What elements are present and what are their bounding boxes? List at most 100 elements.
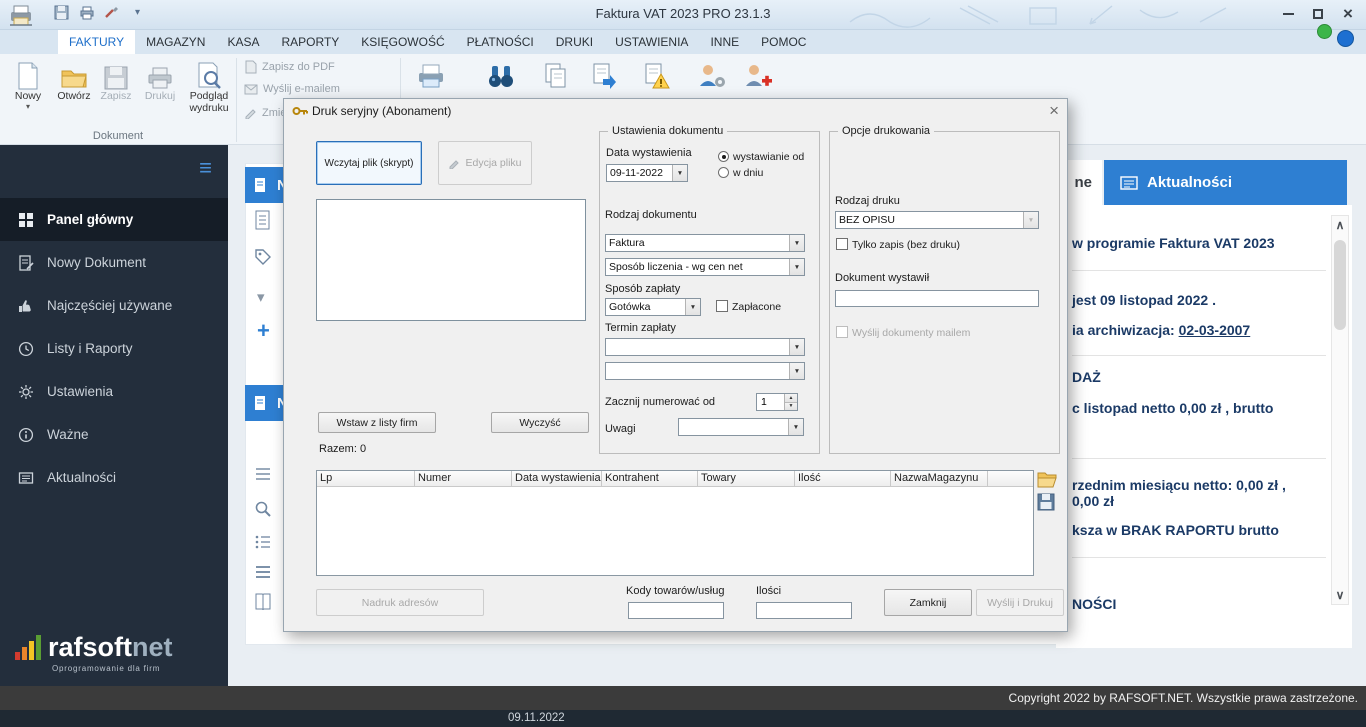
titlebar[interactable]: ▾ Faktura VAT 2023 PRO 23.1.3 × [0, 0, 1366, 30]
due-date-select-1[interactable]: ▼ [605, 338, 805, 356]
list-icon[interactable] [254, 466, 272, 482]
tab-ustawienia[interactable]: USTAWIENIA [604, 30, 699, 54]
column-header-lp[interactable]: Lp [317, 471, 415, 486]
menu-lines-icon[interactable] [254, 564, 272, 580]
doc-type-select[interactable]: Faktura ▼ [605, 234, 805, 252]
print-type-select[interactable]: BEZ OPISU ▼ [835, 211, 1039, 229]
dropdown-icon[interactable]: ▼ [789, 339, 804, 355]
paid-checkbox[interactable] [716, 300, 728, 312]
tab-ksiegowosc[interactable]: KSIĘGOWOŚĆ [350, 30, 455, 54]
sidebar-item-najczesciej-uzywane[interactable]: Najczęściej używane [0, 284, 228, 327]
column-header-kontrahent[interactable]: Kontrahent [602, 471, 698, 486]
numbering-stepper[interactable]: 1 ▲▼ [756, 393, 798, 411]
save-pdf-button[interactable]: Zapisz do PDF [244, 60, 335, 74]
dropdown-icon[interactable]: ▼ [789, 235, 804, 251]
script-listbox[interactable] [316, 199, 586, 321]
news-scrollbar[interactable]: ∧ ∨ [1331, 215, 1349, 605]
radio-on-day[interactable] [718, 167, 729, 178]
new-document-caret-icon[interactable]: ▾ [6, 102, 50, 111]
edit-file-button[interactable]: Edycja pliku [438, 141, 532, 185]
tab-aktualnosci[interactable]: Aktualności [1104, 160, 1347, 205]
scroll-up-icon[interactable]: ∧ [1332, 216, 1348, 234]
codes-input[interactable] [628, 602, 724, 619]
dropdown-icon[interactable]: ▼ [789, 363, 804, 379]
search-binoculars-icon[interactable] [486, 62, 516, 90]
copy-document-icon[interactable] [542, 62, 570, 90]
tab-inne[interactable]: INNE [699, 30, 750, 54]
minimize-button[interactable] [1276, 4, 1300, 24]
expand-chevron-icon[interactable]: ▾ [257, 288, 265, 306]
tab-pomoc[interactable]: POMOC [750, 30, 817, 54]
dropdown-icon[interactable]: ▼ [789, 259, 804, 275]
new-document-button[interactable]: Nowy ▾ [6, 58, 50, 111]
sidebar-item-wazne[interactable]: Ważne [0, 413, 228, 456]
issuer-input[interactable] [835, 290, 1039, 307]
dialog-close-icon[interactable]: × [1049, 101, 1059, 121]
calc-method-select[interactable]: Sposób liczenia - wg cen net ▼ [605, 258, 805, 276]
column-header-numer[interactable]: Numer [415, 471, 512, 486]
scrollbar-thumb[interactable] [1334, 240, 1346, 330]
column-header-magazyn[interactable]: NazwaMagazynu [891, 471, 988, 486]
tab-druki[interactable]: DRUKI [545, 30, 604, 54]
print-pdf-icon[interactable] [416, 62, 446, 90]
clear-button[interactable]: Wyczyść [491, 412, 589, 433]
tab-magazyn[interactable]: MAGAZYN [135, 30, 216, 54]
archive-date-link[interactable]: 02-03-2007 [1179, 322, 1251, 338]
dropdown-icon[interactable]: ▼ [788, 419, 803, 435]
add-user-icon[interactable] [743, 62, 773, 90]
print-button[interactable]: Drukuj [138, 58, 182, 102]
add-item-icon[interactable]: + [257, 318, 270, 344]
due-date-select-2[interactable]: ▼ [605, 362, 805, 380]
close-button[interactable]: × [1336, 4, 1360, 24]
payment-select[interactable]: Gotówka ▼ [605, 298, 701, 316]
user-settings-icon[interactable] [697, 62, 727, 90]
tab-kasa[interactable]: KASA [216, 30, 270, 54]
documents-table[interactable]: Lp Numer Data wystawienia Kontrahent Tow… [316, 470, 1034, 576]
tag-icon[interactable] [254, 248, 272, 266]
document-warning-icon[interactable] [642, 62, 670, 90]
sidebar-item-panel-glowny[interactable]: Panel główny [0, 198, 228, 241]
sidebar-item-ustawienia[interactable]: Ustawienia [0, 370, 228, 413]
tab-raporty[interactable]: RAPORTY [270, 30, 350, 54]
dropdown-icon[interactable]: ▼ [685, 299, 700, 315]
open-button[interactable]: Otwórz [52, 58, 96, 102]
dropdown-icon[interactable]: ▼ [1023, 212, 1038, 228]
search-icon[interactable] [254, 500, 272, 518]
close-dialog-button[interactable]: Zamknij [884, 589, 972, 616]
radio-issue-from[interactable] [718, 151, 729, 162]
tab-faktury[interactable]: FAKTURY [58, 30, 135, 54]
open-file-icon[interactable] [1037, 470, 1057, 488]
maximize-button[interactable] [1306, 4, 1330, 24]
date-picker[interactable]: 09-11-2022 ▼ [606, 164, 688, 182]
dialog-titlebar[interactable]: Druk seryjny (Abonament) × [284, 99, 1067, 123]
list-details-icon[interactable] [254, 534, 272, 550]
info-circle-icon[interactable] [1337, 30, 1354, 47]
sidebar-item-nowy-dokument[interactable]: Nowy Dokument [0, 241, 228, 284]
spin-down-icon[interactable]: ▼ [785, 403, 797, 411]
spin-up-icon[interactable]: ▲ [785, 394, 797, 403]
print-preview-button[interactable]: Podgląd wydruku [182, 58, 236, 114]
send-and-print-button[interactable]: Wyślij i Drukuj [976, 589, 1064, 616]
hamburger-menu-icon[interactable]: ≡ [199, 157, 212, 179]
send-email-button[interactable]: Wyślij e-mailem [244, 83, 340, 95]
insert-companies-button[interactable]: Wstaw z listy firm [318, 412, 436, 433]
send-mail-checkbox[interactable] [836, 326, 848, 338]
notes-select[interactable]: ▼ [678, 418, 804, 436]
address-print-button[interactable]: Nadruk adresów [316, 589, 484, 616]
save-button[interactable]: Zapisz [96, 58, 136, 102]
sidebar-item-aktualnosci[interactable]: Aktualności [0, 456, 228, 499]
scroll-down-icon[interactable]: ∨ [1332, 586, 1348, 604]
only-save-checkbox[interactable] [836, 238, 848, 250]
help-globe-icon[interactable] [1317, 24, 1332, 39]
load-script-button[interactable]: Wczytaj plik (skrypt) [316, 141, 422, 185]
document-list-icon[interactable] [254, 210, 272, 230]
sidebar-item-listy-raporty[interactable]: Listy i Raporty [0, 327, 228, 370]
column-header-ilosc[interactable]: Ilość [795, 471, 891, 486]
book-icon[interactable] [254, 592, 272, 612]
column-header-towary[interactable]: Towary [698, 471, 795, 486]
column-header-data[interactable]: Data wystawienia [512, 471, 602, 486]
dropdown-icon[interactable]: ▼ [672, 165, 687, 181]
tab-platnosci[interactable]: PŁATNOŚCI [456, 30, 545, 54]
quantities-input[interactable] [756, 602, 852, 619]
duplicate-document-icon[interactable] [589, 62, 617, 90]
